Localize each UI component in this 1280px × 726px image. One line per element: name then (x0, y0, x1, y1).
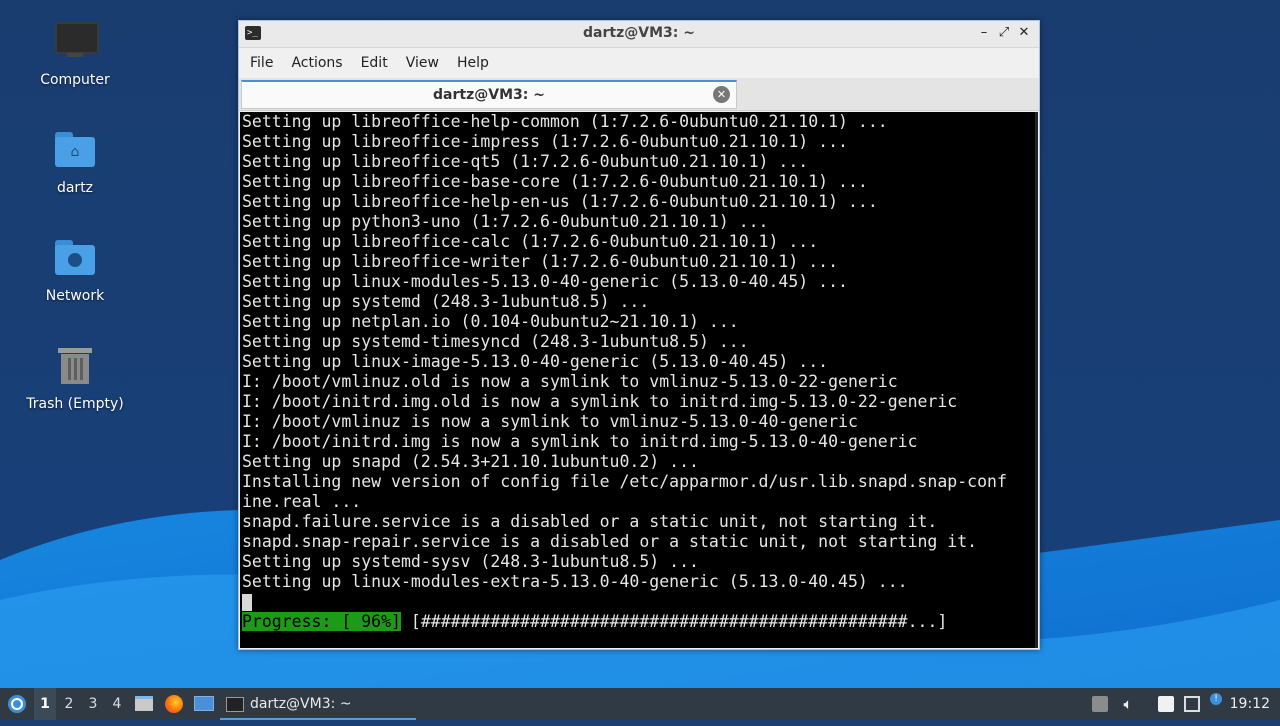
desktop-icon-label: Trash (Empty) (26, 396, 124, 412)
start-menu-button[interactable] (4, 688, 30, 720)
menu-actions[interactable]: Actions (282, 55, 351, 71)
terminal-line: Setting up netplan.io (0.104-0ubuntu2~21… (242, 312, 739, 331)
desktop-icon-network[interactable]: Network (20, 236, 130, 304)
tab-close-icon[interactable]: ✕ (713, 86, 730, 103)
terminal-tab[interactable]: dartz@VM3: ~ ✕ (241, 80, 737, 109)
progress-label: Progress: [ 96%] (242, 612, 401, 631)
file-manager-icon (135, 696, 153, 711)
terminal-scrollbar[interactable] (1035, 112, 1038, 648)
progress-bar-text: [#######################################… (400, 612, 948, 631)
update-notification-icon[interactable]: ! (1210, 693, 1222, 705)
terminal-line: Setting up systemd-sysv (248.3-1ubuntu8.… (242, 552, 699, 571)
desktop-icon-label: dartz (56, 180, 94, 196)
file-manager-launcher[interactable] (133, 688, 155, 720)
cursor-line (240, 592, 1038, 612)
tab-bar: dartz@VM3: ~ ✕ (239, 78, 1039, 111)
terminal-line: snapd.failure.service is a disabled or a… (242, 512, 938, 531)
minimize-button[interactable]: – (975, 24, 993, 42)
terminal-line: I: /boot/vmlinuz.old is now a symlink to… (242, 372, 898, 391)
network-status-icon[interactable] (1184, 696, 1200, 712)
terminal-output[interactable]: Setting up libreoffice-help-common (1:7.… (240, 112, 1038, 648)
terminal-line: Setting up libreoffice-writer (1:7.2.6-0… (242, 252, 839, 271)
close-button[interactable]: ✕ (1015, 24, 1033, 42)
terminal-line: Setting up libreoffice-help-common (1:7.… (242, 112, 888, 131)
computer-icon (52, 20, 99, 66)
terminal-line: Setting up libreoffice-calc (1:7.2.6-0ub… (242, 232, 819, 251)
tray-up-arrow-icon[interactable] (1092, 696, 1108, 712)
terminal-task-icon (226, 696, 244, 712)
trash-icon (52, 344, 98, 390)
taskbar-window-button[interactable]: dartz@VM3: ~ (220, 688, 416, 720)
terminal-window[interactable]: >_ dartz@VM3: ~ – ⤢ ✕ File Actions Edit … (238, 20, 1040, 650)
firefox-launcher[interactable] (162, 688, 186, 720)
terminal-line: Setting up systemd (248.3-1ubuntu8.5) ..… (242, 292, 650, 311)
terminal-line: Setting up python3-uno (1:7.2.6-0ubuntu0… (242, 212, 769, 231)
menu-bar: File Actions Edit View Help (239, 48, 1039, 78)
workspace-1[interactable]: 1 (34, 688, 56, 720)
desktop-icon (194, 696, 214, 711)
desktop-icon-home-folder[interactable]: ⌂ dartz (20, 128, 130, 196)
menu-help[interactable]: Help (448, 55, 498, 71)
task-label: dartz@VM3: ~ (250, 696, 352, 712)
window-titlebar[interactable]: >_ dartz@VM3: ~ – ⤢ ✕ (239, 21, 1039, 48)
terminal-line: Setting up linux-modules-extra-5.13.0-40… (242, 572, 908, 591)
desktop-icon-trash[interactable]: Trash (Empty) (20, 344, 130, 412)
show-desktop-launcher[interactable] (192, 688, 216, 720)
terminal-line: ine.real ... (242, 492, 362, 511)
terminal-line: Setting up systemd-timesyncd (248.3-1ubu… (242, 332, 749, 351)
terminal-line: Setting up libreoffice-impress (1:7.2.6-… (242, 132, 848, 151)
workspace-3[interactable]: 3 (82, 688, 104, 720)
desktop-icon-label: Network (45, 288, 105, 304)
desktop-icon-label: Computer (40, 72, 110, 88)
desktop-icon-computer[interactable]: Computer (20, 20, 130, 88)
menu-view[interactable]: View (397, 55, 448, 71)
clock[interactable]: 19:12 (1230, 688, 1270, 720)
terminal-line: snapd.snap-repair.service is a disabled … (242, 532, 978, 551)
workspace-4[interactable]: 4 (106, 688, 128, 720)
home-folder-icon: ⌂ (52, 128, 98, 174)
network-folder-icon (52, 236, 98, 282)
terminal-line: Setting up libreoffice-help-en-us (1:7.2… (242, 192, 878, 211)
progress-line: Progress: [ 96%] [######################… (240, 612, 1038, 632)
volume-icon[interactable]: 🔈︎ (1120, 696, 1136, 712)
maximize-button[interactable]: ⤢ (995, 24, 1013, 42)
text-cursor (242, 594, 252, 611)
terminal-line: I: /boot/initrd.img.old is now a symlink… (242, 392, 958, 411)
workspace-2[interactable]: 2 (58, 688, 80, 720)
terminal-line: Setting up linux-modules-5.13.0-40-gener… (242, 272, 848, 291)
firefox-icon (165, 695, 183, 713)
terminal-line: I: /boot/vmlinuz is now a symlink to vml… (242, 412, 858, 431)
menu-file[interactable]: File (241, 55, 282, 71)
terminal-line: I: /boot/initrd.img is now a symlink to … (242, 432, 918, 451)
terminal-line: Setting up linux-image-5.13.0-40-generic… (242, 352, 829, 371)
lubuntu-logo-icon (8, 695, 26, 713)
menu-edit[interactable]: Edit (352, 55, 397, 71)
window-title: dartz@VM3: ~ (583, 25, 695, 41)
terminal-line: Setting up snapd (2.54.3+21.10.1ubuntu0.… (242, 452, 699, 471)
tab-label: dartz@VM3: ~ (433, 87, 545, 103)
terminal-line: Installing new version of config file /e… (242, 472, 1007, 491)
terminal-line: Setting up libreoffice-base-core (1:7.2.… (242, 172, 868, 191)
taskbar: 1 2 3 4 dartz@VM3: ~ 🔈︎ ! 19:12 (0, 688, 1280, 720)
clipboard-icon[interactable] (1158, 696, 1174, 712)
terminal-line: Setting up libreoffice-qt5 (1:7.2.6-0ubu… (242, 152, 809, 171)
